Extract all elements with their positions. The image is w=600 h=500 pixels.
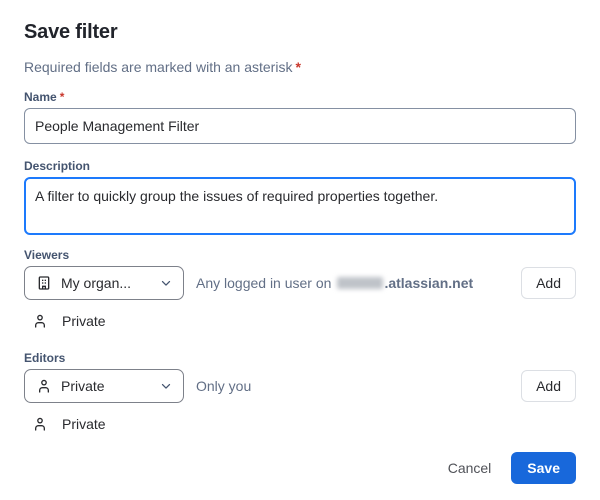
required-asterisk: * <box>295 59 300 75</box>
person-icon <box>32 313 48 329</box>
viewers-field-label: Viewers <box>24 247 576 263</box>
viewers-add-button[interactable]: Add <box>521 267 576 299</box>
name-field-label: Name* <box>24 89 576 105</box>
save-button[interactable]: Save <box>511 452 576 484</box>
viewers-helper-text: Any logged in user on.atlassian.net <box>196 273 473 293</box>
viewers-share-row: My organ... Any logged in user on.atlass… <box>24 266 576 300</box>
person-icon <box>32 416 48 432</box>
viewers-current-access-label: Private <box>62 313 106 329</box>
name-required-asterisk: * <box>60 90 65 104</box>
editors-add-button[interactable]: Add <box>521 370 576 402</box>
name-input[interactable] <box>24 108 576 144</box>
description-field-label: Description <box>24 158 576 174</box>
editors-field-label: Editors <box>24 350 576 366</box>
viewers-dropdown-value: My organ... <box>61 275 150 291</box>
office-building-icon <box>36 275 52 291</box>
chevron-down-icon <box>159 379 173 393</box>
editors-current-access-label: Private <box>62 416 106 432</box>
cancel-button[interactable]: Cancel <box>440 454 500 482</box>
editors-helper-text: Only you <box>196 376 251 396</box>
description-textarea[interactable]: A filter to quickly group the issues of … <box>24 177 576 235</box>
required-fields-note: Required fields are marked with an aster… <box>24 57 576 77</box>
save-filter-dialog: Save filter Required fields are marked w… <box>0 0 600 500</box>
site-domain: .atlassian.net <box>384 273 473 293</box>
dialog-footer: Cancel Save <box>24 452 576 484</box>
redacted-site-name <box>337 277 383 289</box>
editors-access-dropdown[interactable]: Private <box>24 369 184 403</box>
dialog-title: Save filter <box>24 20 576 44</box>
person-icon <box>36 378 52 394</box>
viewers-current-access-row: Private <box>24 312 576 330</box>
editors-dropdown-value: Private <box>61 378 150 394</box>
required-note-text: Required fields are marked with an aster… <box>24 59 292 75</box>
chevron-down-icon <box>159 276 173 290</box>
editors-share-row: Private Only you Add <box>24 369 576 403</box>
editors-current-access-row: Private <box>24 415 576 433</box>
viewers-access-dropdown[interactable]: My organ... <box>24 266 184 300</box>
